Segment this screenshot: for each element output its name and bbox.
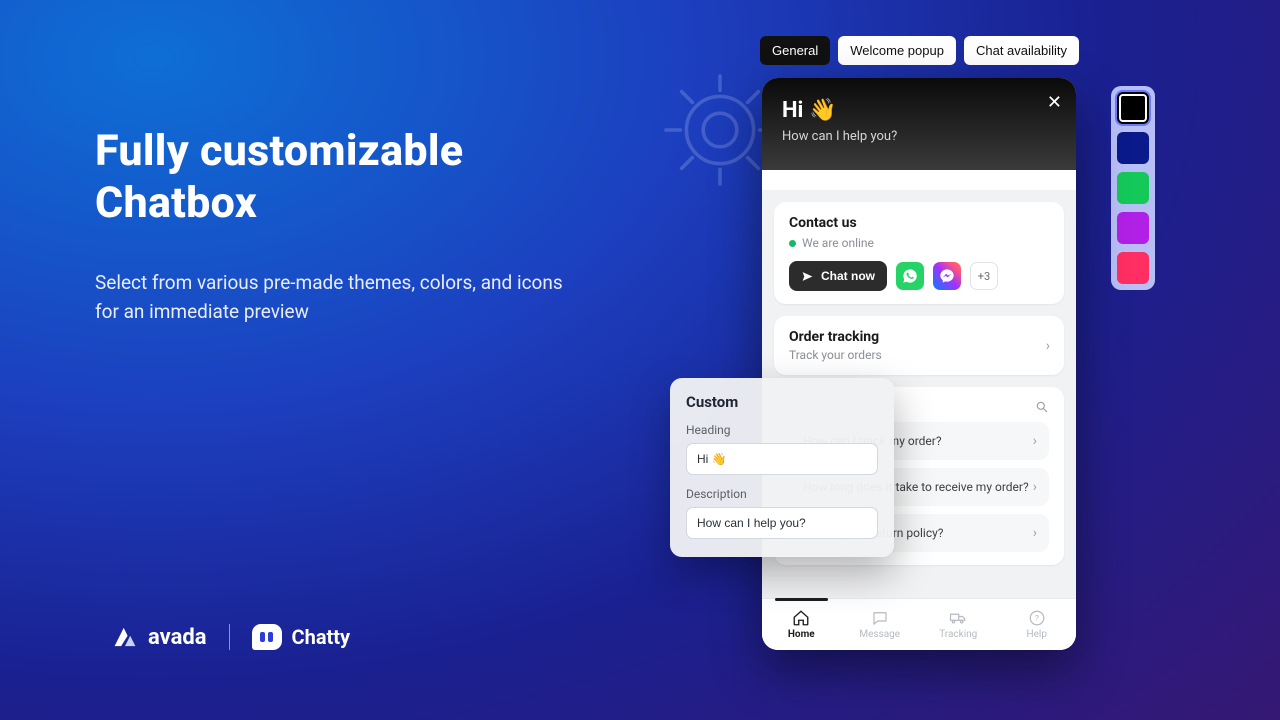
chevron-right-icon: › [1033,479,1037,495]
search-icon[interactable] [1035,400,1049,414]
hero-title: Fully customizable Chatbox [95,125,565,230]
messenger-icon[interactable] [933,262,961,290]
swatch-black[interactable] [1117,92,1149,124]
editor-title: Custom [686,393,878,411]
heading-input[interactable] [686,443,878,475]
chat-now-button[interactable]: Chat now [789,261,887,291]
whatsapp-icon[interactable] [896,262,924,290]
chevron-right-icon: › [1046,338,1050,354]
color-swatch-panel [1111,86,1155,290]
swatch-navy[interactable] [1117,132,1149,164]
brand-logos: avada Chatty [112,624,350,650]
description-label: Description [686,487,878,501]
svg-text:?: ? [1035,614,1039,624]
heading-label: Heading [686,423,878,437]
tab-welcome-popup[interactable]: Welcome popup [838,36,956,65]
logo-divider [229,624,230,650]
chatty-wordmark: Chatty [292,625,351,649]
tracking-sub: Track your orders [789,348,1049,362]
truck-icon [949,609,967,627]
avada-wordmark: avada [148,625,207,650]
hero-description: Select from various pre-made themes, col… [95,268,565,327]
custom-editor-panel: Custom Heading Description [670,378,894,557]
contact-status: We are online [802,236,874,250]
tab-chat-availability[interactable]: Chat availability [964,36,1079,65]
swatch-purple[interactable] [1117,212,1149,244]
message-icon [871,609,889,627]
chat-widget-preview: ✕ Hi👋 How can I help you? Contact us We … [762,78,1076,650]
close-icon[interactable]: ✕ [1047,92,1062,113]
tabbar-message[interactable]: Message [841,599,920,650]
send-icon [801,270,814,283]
more-channels[interactable]: +3 [970,262,998,290]
online-status-dot [789,240,796,247]
tracking-title: Order tracking [789,329,1049,345]
chat-greeting: Hi👋 [782,98,1056,123]
contact-title: Contact us [789,215,1049,231]
home-icon [792,609,810,627]
chevron-right-icon: › [1033,525,1037,541]
tabbar-help[interactable]: ? Help [998,599,1077,650]
order-tracking-card[interactable]: Order tracking Track your orders › [774,316,1064,375]
swatch-green[interactable] [1117,172,1149,204]
tabbar-home[interactable]: Home [762,599,841,650]
chat-tabbar: Home Message Tracking ? Help [762,598,1076,650]
help-icon: ? [1028,609,1046,627]
description-input[interactable] [686,507,878,539]
contact-card: Contact us We are online Chat now +3 [774,202,1064,304]
tab-general[interactable]: General [760,36,830,65]
chatty-logo-icon [252,624,282,650]
tabbar-tracking[interactable]: Tracking [919,599,998,650]
chevron-right-icon: › [1033,433,1037,449]
avada-logo-icon [112,624,138,650]
swatch-pink[interactable] [1117,252,1149,284]
chat-subline: How can I help you? [782,129,1056,144]
